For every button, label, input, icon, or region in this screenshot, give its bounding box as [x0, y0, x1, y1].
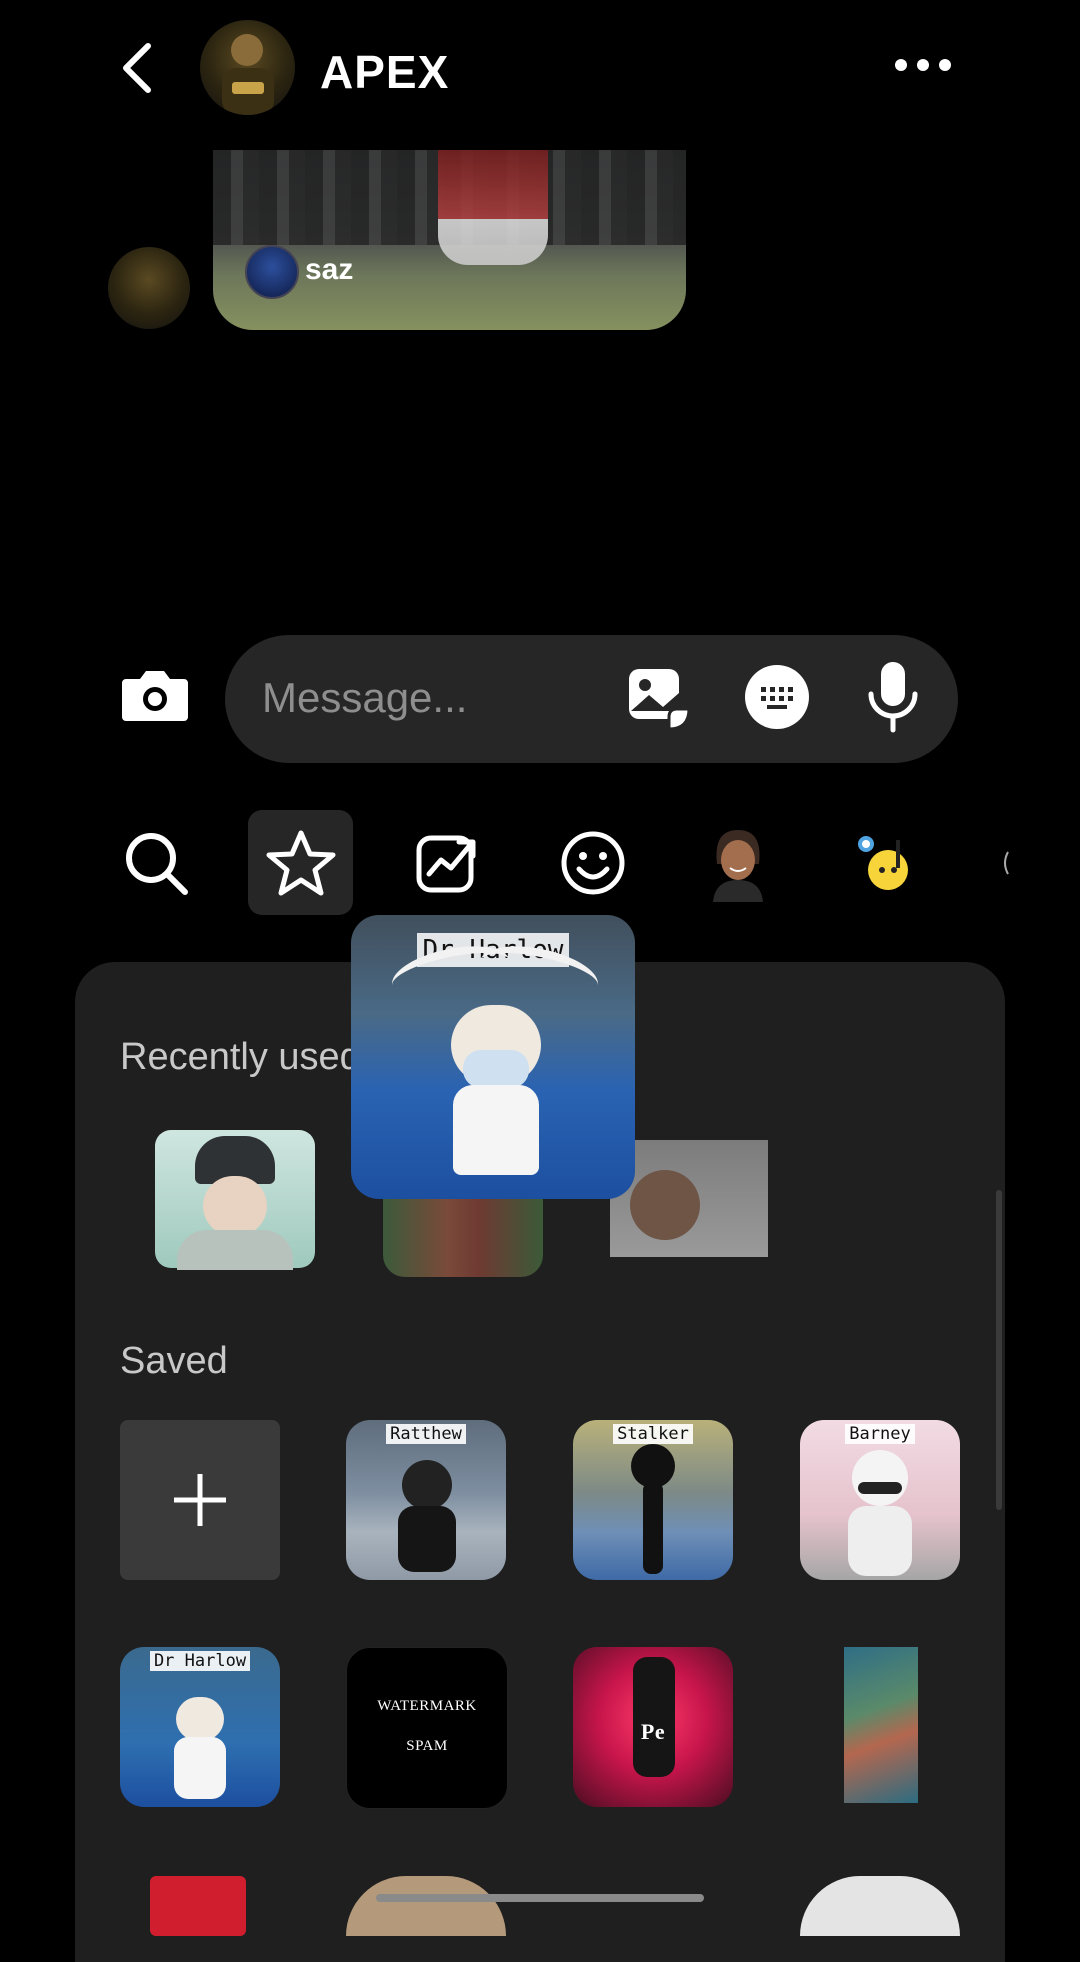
trending-icon — [416, 835, 475, 892]
saved-heading: Saved — [120, 1340, 228, 1382]
keyboard-button[interactable] — [745, 665, 809, 729]
post-image-player — [438, 150, 548, 265]
add-sticker-button[interactable] — [120, 1420, 280, 1580]
avatar-image — [222, 34, 274, 115]
camera-button[interactable] — [120, 665, 190, 725]
gallery-sticker-icon — [629, 669, 691, 731]
sticker-preview[interactable]: Dr Harlow — [351, 915, 635, 1199]
recent-sticker[interactable] — [155, 1130, 315, 1270]
home-indicator[interactable] — [376, 1894, 704, 1902]
microphone-button[interactable] — [865, 660, 921, 734]
tab-more[interactable] — [995, 810, 1015, 915]
saved-sticker-pe[interactable]: Pe — [573, 1647, 733, 1807]
back-button[interactable] — [110, 38, 170, 98]
plus-icon — [174, 1474, 226, 1526]
star-icon — [266, 830, 335, 895]
avatar-icon — [712, 829, 763, 902]
microphone-icon — [868, 662, 918, 733]
saved-sticker-dr-harlow[interactable]: Dr Harlow — [120, 1647, 280, 1807]
message-input[interactable]: Message... — [262, 674, 467, 722]
post-author-avatar — [245, 245, 299, 299]
saved-sticker-map[interactable] — [844, 1647, 918, 1803]
saved-sticker-watermark[interactable]: WATERMARK SPAM — [346, 1647, 508, 1809]
recently-used-heading: Recently used — [120, 1036, 361, 1078]
camera-icon — [122, 671, 188, 721]
chevron-left-icon — [123, 43, 151, 93]
more-options-button[interactable] — [895, 55, 955, 75]
music-sticker-icon — [857, 835, 908, 890]
saved-sticker-ratthew[interactable]: Ratthew — [346, 1420, 506, 1580]
saved-sticker-uno[interactable] — [150, 1876, 246, 1936]
tab-avatar[interactable] — [685, 810, 790, 915]
sender-avatar[interactable] — [108, 247, 190, 329]
scrollbar[interactable] — [996, 1190, 1002, 1510]
saved-sticker-barney[interactable]: Barney — [800, 1420, 960, 1580]
tab-saved[interactable] — [248, 810, 353, 915]
more-horizontal-icon — [895, 59, 907, 71]
tab-search[interactable] — [103, 810, 208, 915]
chat-avatar[interactable] — [200, 20, 295, 115]
smile-icon — [561, 831, 624, 894]
partial-icon — [1004, 851, 1009, 874]
gallery-button[interactable] — [625, 665, 693, 733]
keyboard-icon — [761, 687, 793, 709]
tab-emoji[interactable] — [540, 810, 645, 915]
saved-sticker-stalker[interactable]: Stalker — [573, 1420, 733, 1580]
tab-trending[interactable] — [395, 810, 500, 915]
search-icon — [125, 832, 188, 895]
chat-title[interactable]: APEX — [320, 45, 449, 99]
tab-music[interactable] — [832, 810, 937, 915]
recent-sticker[interactable] — [383, 1195, 543, 1277]
post-author-username: saz — [305, 253, 354, 286]
shared-post[interactable] — [213, 150, 686, 330]
